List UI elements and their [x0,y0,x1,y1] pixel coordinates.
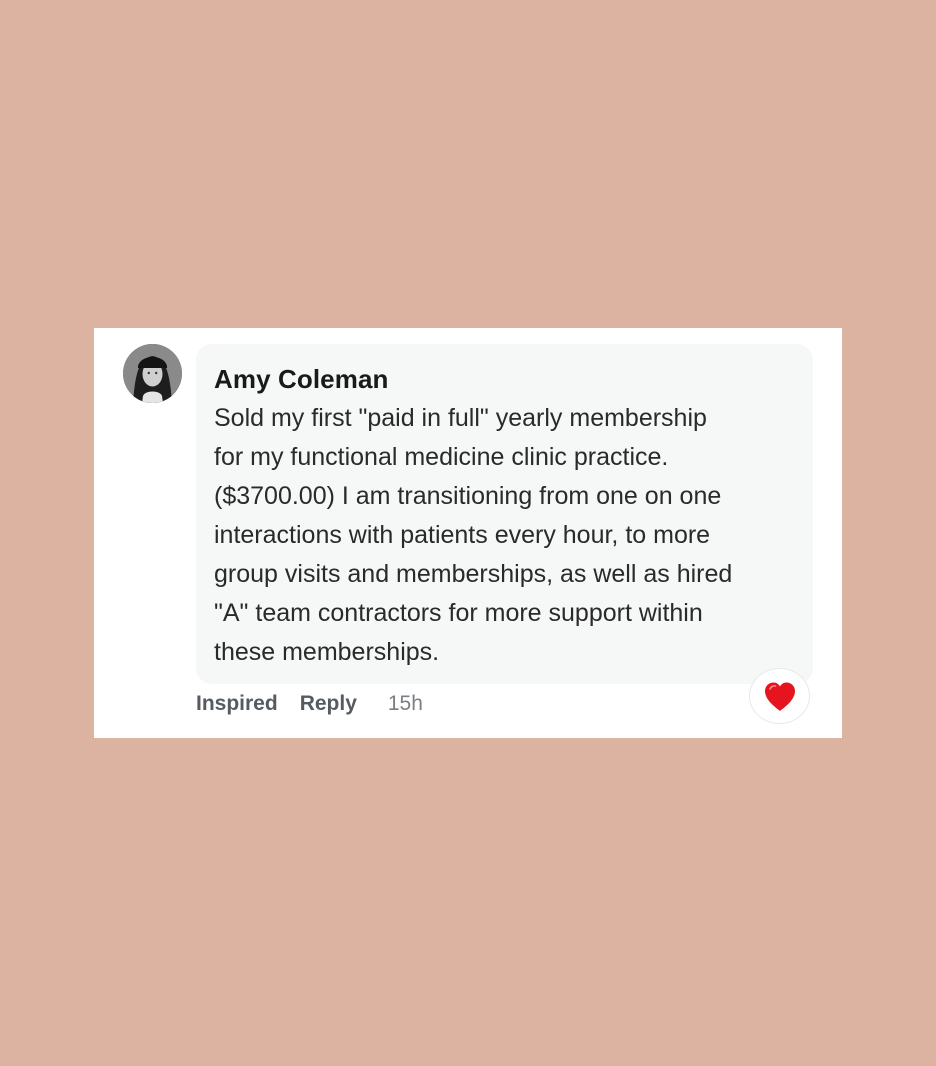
comment-bubble: Amy Coleman Sold my first "paid in full"… [196,344,813,684]
reply-button[interactable]: Reply [300,692,357,716]
comment-card: Amy Coleman Sold my first "paid in full"… [94,328,842,738]
timestamp: 15h [387,692,423,715]
heart-icon [764,682,795,711]
reaction-button[interactable] [749,668,810,724]
comment-actions: Inspired Reply 15h [196,690,423,718]
comment-text: Sold my first "paid in full" yearly memb… [214,404,733,666]
inspired-button[interactable]: Inspired [196,692,278,716]
avatar[interactable] [123,344,182,403]
author-name[interactable]: Amy Coleman [214,364,388,395]
user-avatar-icon [123,344,182,403]
